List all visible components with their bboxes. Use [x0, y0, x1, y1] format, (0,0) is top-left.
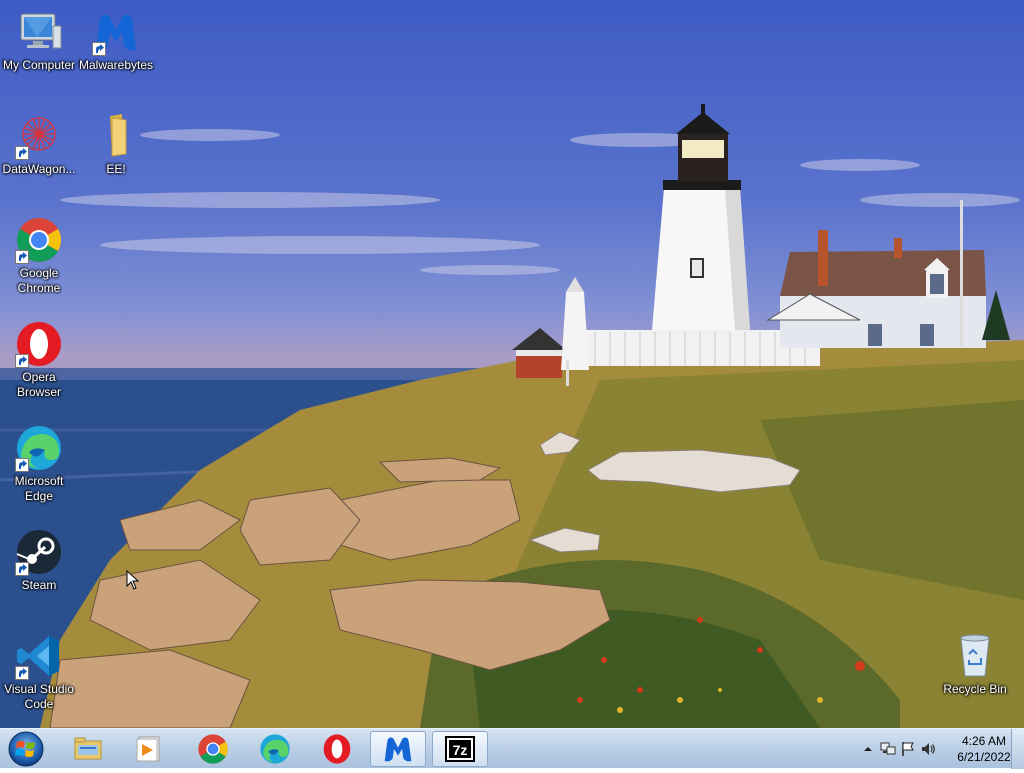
desktop-icon-label: Malwarebytes — [78, 58, 154, 72]
taskbar: 7z 4:26 AM 6/21/2022 — [0, 728, 1024, 769]
malwarebytes-icon — [384, 737, 412, 762]
steam-icon — [15, 528, 63, 576]
taskbar-app-malwarebytes[interactable] — [370, 731, 426, 767]
taskbar-app-7zip[interactable]: 7z — [432, 731, 488, 767]
desktop-icon-label: Google Chrome — [17, 266, 61, 295]
opera-icon — [15, 320, 63, 368]
chrome-icon — [198, 734, 228, 764]
clock-time: 4:26 AM — [961, 734, 1007, 748]
desktop-icon-datawagon[interactable]: DataWagon... — [0, 112, 78, 177]
shortcut-arrow-icon — [92, 42, 106, 56]
start-button[interactable] — [6, 730, 46, 768]
chrome-icon — [15, 216, 63, 264]
desktop-icon-visual-studio-code[interactable]: Visual Studio Code — [0, 632, 78, 712]
taskbar-app-microsoft-edge[interactable] — [247, 731, 303, 767]
desktop-icon-label: Recycle Bin — [943, 682, 1007, 696]
desktop-icon-label: Steam — [21, 578, 57, 592]
svg-text:7z: 7z — [453, 742, 468, 758]
volume-icon[interactable] — [920, 741, 936, 757]
desktop-icon-steam[interactable]: Steam — [0, 528, 78, 593]
system-tray: 4:26 AM 6/21/2022 — [834, 729, 1024, 769]
desktop-icon-label: EE! — [106, 162, 126, 176]
shortcut-arrow-icon — [15, 250, 29, 264]
desktop-icon-label: Opera Browser — [16, 370, 61, 399]
7zip-icon: 7z — [445, 736, 475, 762]
shortcut-arrow-icon — [15, 146, 29, 160]
folder-icon — [92, 112, 140, 160]
shortcut-arrow-icon — [15, 666, 29, 680]
clock[interactable]: 4:26 AM 6/21/2022 — [954, 733, 1014, 765]
taskbar-app-google-chrome[interactable] — [185, 731, 241, 767]
lighthouse-landscape-image — [0, 104, 1024, 728]
desktop-icon-google-chrome[interactable]: Google Chrome — [0, 216, 78, 296]
desktop-icon-recycle-bin[interactable]: Recycle Bin — [936, 632, 1014, 697]
desktop-icon-label: My Computer — [2, 58, 76, 72]
vscode-icon — [15, 632, 63, 680]
desktop-icon-opera-browser[interactable]: Opera Browser — [0, 320, 78, 400]
edge-icon — [15, 424, 63, 472]
datawagon-icon — [15, 112, 63, 160]
show-desktop-button[interactable] — [1011, 729, 1024, 769]
file-explorer-icon — [74, 737, 102, 760]
shortcut-arrow-icon — [15, 562, 29, 576]
edge-icon — [260, 734, 290, 764]
desktop-icon-label: Microsoft Edge — [14, 474, 64, 503]
taskbar-app-file-explorer[interactable] — [60, 731, 116, 767]
network-icon[interactable] — [880, 741, 896, 757]
malwarebytes-icon — [92, 8, 140, 56]
desktop-icon-my-computer[interactable]: My Computer — [0, 8, 78, 73]
desktop-wallpaper — [0, 0, 1024, 728]
action-center-flag-icon[interactable] — [900, 741, 916, 757]
desktop-icon-label: DataWagon... — [2, 162, 76, 176]
windows-logo-icon — [8, 731, 44, 767]
desktop-icon-malwarebytes[interactable]: Malwarebytes — [77, 8, 155, 73]
desktop-icon-label: Visual Studio Code — [4, 682, 74, 711]
taskbar-app-opera[interactable] — [309, 731, 365, 767]
desktop-icon-microsoft-edge[interactable]: Microsoft Edge — [0, 424, 78, 504]
taskbar-app-media-player[interactable] — [121, 731, 177, 767]
desktop-icon-ee-folder[interactable]: EE! — [77, 112, 155, 177]
clock-date: 6/21/2022 — [957, 750, 1011, 764]
shortcut-arrow-icon — [15, 458, 29, 472]
show-hidden-icons-icon[interactable] — [860, 741, 876, 757]
mouse-cursor-icon — [126, 570, 140, 590]
opera-icon — [323, 734, 351, 764]
computer-icon — [15, 8, 63, 56]
media-player-icon — [136, 736, 160, 762]
recycle-bin-icon — [951, 632, 999, 680]
shortcut-arrow-icon — [15, 354, 29, 368]
